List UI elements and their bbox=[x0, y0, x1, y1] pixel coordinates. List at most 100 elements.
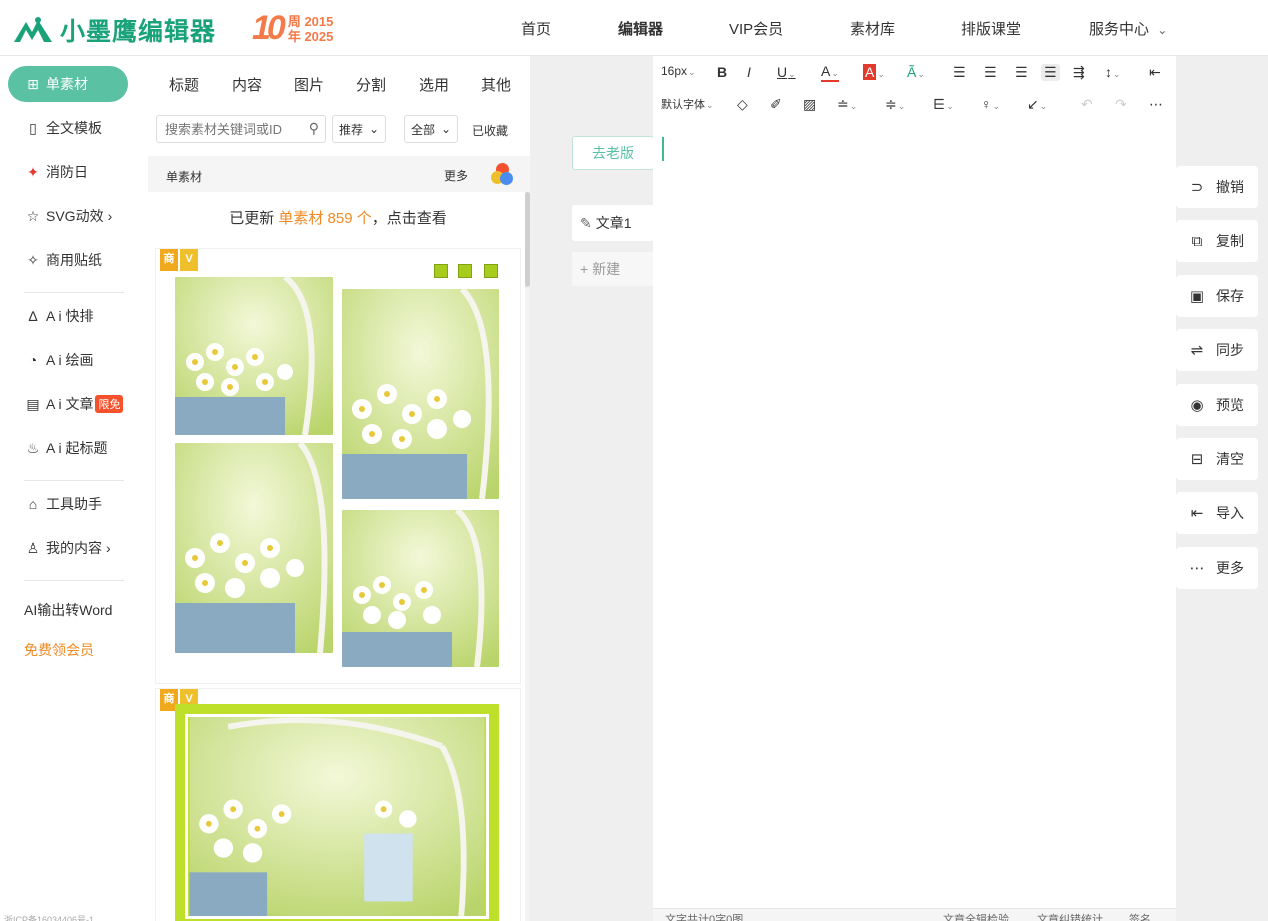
font-color-icon[interactable]: A⌄ bbox=[821, 64, 839, 82]
doc-tab[interactable]: ✎ 文章1 bbox=[572, 205, 654, 241]
indent-icon[interactable]: ⇶ bbox=[1073, 64, 1085, 81]
sort-dropdown-label: 推荐 bbox=[339, 122, 364, 137]
tab-content[interactable]: 内容 bbox=[232, 74, 262, 95]
color-dots-icon[interactable] bbox=[491, 163, 513, 185]
sidebar-item-tools[interactable]: ⌂ 工具助手 bbox=[8, 486, 128, 522]
clear-format-icon[interactable]: Ã⌄ bbox=[907, 64, 925, 80]
tab-other[interactable]: 其他 bbox=[481, 74, 511, 95]
tab-selection[interactable]: 选用 bbox=[419, 74, 449, 95]
nav-vip[interactable]: VIP会员 bbox=[729, 18, 783, 39]
doc-tab-label: 文章1 bbox=[595, 215, 632, 231]
sidebar-item-free-vip[interactable]: 免费领会员 bbox=[8, 632, 128, 668]
color-swatch bbox=[484, 264, 498, 278]
category-dropdown-label: 全部 bbox=[411, 122, 436, 137]
nav-home[interactable]: 首页 bbox=[521, 18, 551, 39]
footer-correct[interactable]: 文章纠错统计 bbox=[1037, 911, 1103, 921]
import-button[interactable]: ⇤ 导入 bbox=[1176, 492, 1258, 534]
eye-icon: ◉ bbox=[1190, 397, 1204, 414]
sidebar-item-ai-painting[interactable]: ◔ A i 绘画 bbox=[8, 342, 128, 378]
redo-icon[interactable]: ↷ bbox=[1115, 96, 1127, 113]
sidebar-item-ai-layout[interactable]: ∆ A i 快排 bbox=[8, 298, 128, 334]
sidebar-item-ai-word[interactable]: AI输出转Word bbox=[8, 592, 128, 628]
update-notice[interactable]: 已更新 单素材 859 个，点击查看 bbox=[156, 196, 520, 242]
sidebar-item-single-material[interactable]: ⊞ 单素材 bbox=[8, 66, 128, 102]
sort-dropdown[interactable]: 推荐 ⌄ bbox=[332, 115, 387, 143]
anniversary-badge: 10 周 2015 年 2025 bbox=[252, 9, 333, 48]
more-button[interactable]: ⋯ 更多 bbox=[1176, 547, 1258, 589]
font-size-value: 16px bbox=[661, 64, 688, 78]
eraser-icon[interactable]: ◇ bbox=[737, 96, 748, 113]
align-justify-icon[interactable]: ☰ bbox=[1041, 64, 1060, 81]
paragraph-spacing-icon[interactable]: ≐⌄ bbox=[837, 96, 857, 113]
sidebar-item-ai-article[interactable]: ▤ A i 文章 限免 bbox=[8, 386, 128, 422]
more-icon[interactable]: ⋯ bbox=[1149, 96, 1163, 113]
font-size-select[interactable]: 16px⌄ bbox=[661, 64, 696, 78]
free-badge: 限免 bbox=[95, 395, 124, 413]
clear-button[interactable]: ⊟ 清空 bbox=[1176, 438, 1258, 480]
highlight-color-icon[interactable]: A ⌄ bbox=[863, 64, 885, 80]
material-card[interactable]: 商 V bbox=[156, 689, 520, 921]
toolbar-row-1: 16px⌄ B I U⌄ A⌄ A ⌄ Ã⌄ ☰ ☰ ☰ ☰ ⇶ ↕⌄ ⇤ bbox=[653, 58, 1176, 88]
sync-button[interactable]: ⇌ 同步 bbox=[1176, 329, 1258, 371]
nav-materials[interactable]: 素材库 bbox=[850, 18, 895, 39]
material-tabs: 标题 内容 图片 分割 选用 其他 bbox=[148, 56, 530, 106]
font-family-select[interactable]: 默认字体⌄ bbox=[661, 96, 714, 112]
material-card[interactable]: 商 V bbox=[156, 249, 520, 683]
sidebar-item-ai-title[interactable]: ♨ A i 起标题 bbox=[8, 430, 128, 466]
logo[interactable]: 小墨鹰编辑器 bbox=[12, 12, 216, 48]
editor-canvas[interactable]: 16px⌄ B I U⌄ A⌄ A ⌄ Ã⌄ ☰ ☰ ☰ ☰ ⇶ ↕⌄ ⇤ 默认字… bbox=[653, 56, 1176, 921]
line-height-icon[interactable]: ↕⌄ bbox=[1105, 64, 1121, 80]
preview-button[interactable]: ◉ 预览 bbox=[1176, 384, 1258, 426]
search-input[interactable] bbox=[157, 116, 297, 142]
star-icon: ☆ bbox=[26, 207, 40, 224]
bold-icon[interactable]: B bbox=[717, 64, 727, 80]
sidebar-item-stickers[interactable]: ✧ 商用贴纸 bbox=[8, 242, 128, 278]
sidebar-item-label: 消防日 bbox=[46, 164, 88, 180]
sidebar-item-label: 我的内容 bbox=[46, 540, 102, 556]
fire-icon: ♨ bbox=[26, 439, 40, 456]
more-link[interactable]: 更多 bbox=[444, 167, 468, 184]
old-version-button[interactable]: 去老版 bbox=[572, 136, 654, 170]
nav-service[interactable]: 服务中心 ⌄ bbox=[1089, 18, 1167, 39]
tab-title[interactable]: 标题 bbox=[169, 74, 199, 95]
flower-photo bbox=[342, 289, 499, 499]
undo-icon[interactable]: ↶ bbox=[1081, 96, 1093, 113]
image-icon[interactable]: ▨ bbox=[803, 96, 816, 113]
footer-sign[interactable]: 签名 bbox=[1129, 911, 1151, 921]
align-center-icon[interactable]: ☰ bbox=[984, 64, 997, 81]
save-button[interactable]: ▣ 保存 bbox=[1176, 275, 1258, 317]
align-left-icon[interactable]: ☰ bbox=[953, 64, 966, 81]
anniversary-years-bottom: 年 2025 bbox=[287, 28, 334, 44]
commercial-tag: 商 bbox=[160, 249, 178, 271]
brush-icon[interactable]: ✐ bbox=[770, 96, 782, 113]
sidebar-item-label: 免费领会员 bbox=[24, 642, 94, 658]
tab-divider[interactable]: 分割 bbox=[356, 74, 386, 95]
arrow-icon[interactable]: ↙⌄ bbox=[1027, 96, 1047, 113]
new-doc-button[interactable]: + 新建 bbox=[572, 252, 654, 286]
undo-button[interactable]: ⊃ 撤销 bbox=[1176, 166, 1258, 208]
row-spacing-icon[interactable]: ≑⌄ bbox=[885, 96, 905, 113]
chevron-down-icon: ⌄ bbox=[441, 122, 452, 136]
divider bbox=[24, 580, 124, 581]
undo-label: 撤销 bbox=[1216, 179, 1244, 195]
favorites-link[interactable]: 已收藏 bbox=[472, 122, 508, 139]
vip-tag: V bbox=[180, 249, 198, 271]
nav-classroom[interactable]: 排版课堂 bbox=[961, 18, 1021, 39]
bulb-icon[interactable]: ♀⌄ bbox=[981, 96, 1000, 112]
category-dropdown[interactable]: 全部 ⌄ bbox=[404, 115, 459, 143]
underline-icon[interactable]: U⌄ bbox=[777, 64, 796, 80]
sidebar-item-fire-day[interactable]: ✦ 消防日 bbox=[8, 154, 128, 190]
footer-check[interactable]: 文章全辑检验 bbox=[943, 911, 1009, 921]
italic-icon[interactable]: I bbox=[747, 64, 751, 80]
divider-icon[interactable]: ⋿⌄ bbox=[933, 96, 954, 113]
nav-editor[interactable]: 编辑器 bbox=[618, 18, 663, 39]
sidebar-item-label: SVG动效 bbox=[46, 208, 104, 224]
sidebar-item-svg-effects[interactable]: ☆ SVG动效 › bbox=[8, 198, 128, 234]
copy-button[interactable]: ⧉ 复制 bbox=[1176, 220, 1258, 262]
search-icon[interactable]: ⚲ bbox=[309, 120, 319, 137]
align-right-icon[interactable]: ☰ bbox=[1015, 64, 1028, 81]
sidebar-item-full-template[interactable]: ▯ 全文模板 bbox=[8, 110, 128, 146]
tab-image[interactable]: 图片 bbox=[294, 74, 324, 95]
sidebar-item-my-content[interactable]: ♙ 我的内容 › bbox=[8, 530, 128, 566]
import-icon[interactable]: ⇤ bbox=[1149, 64, 1161, 81]
